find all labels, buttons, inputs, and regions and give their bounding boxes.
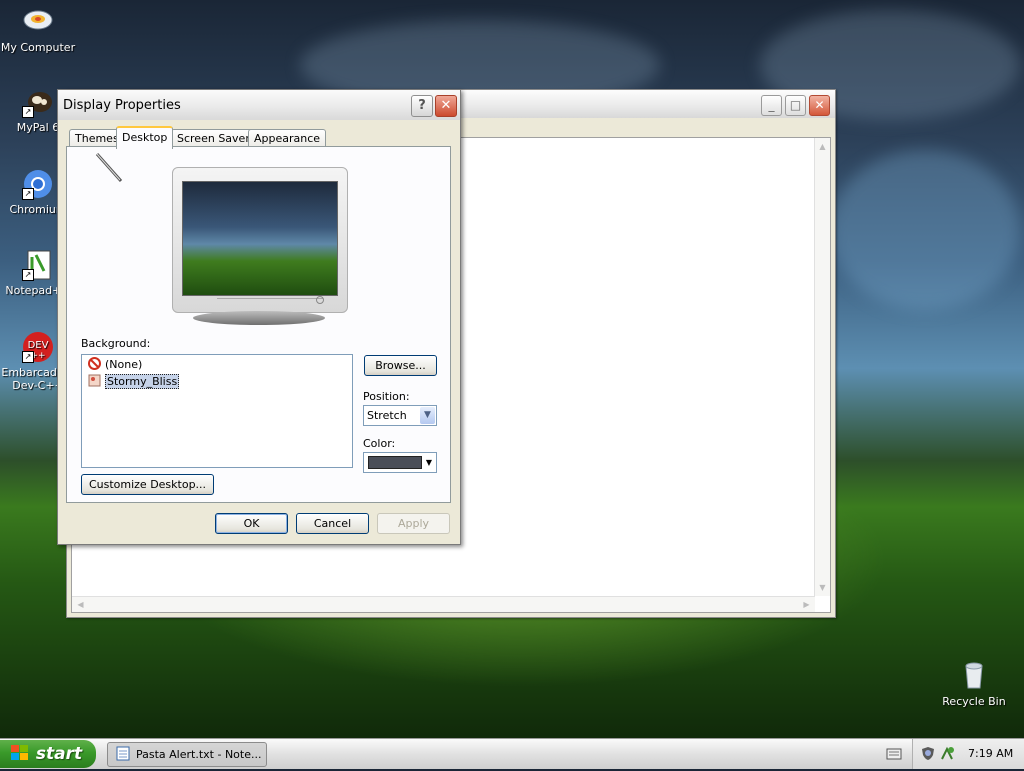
list-item[interactable]: Stormy_Bliss [88, 374, 180, 390]
scroll-down-icon[interactable]: ▼ [816, 581, 829, 594]
tab-desktop[interactable]: Desktop [116, 126, 174, 149]
monitor-bezel-line [217, 298, 323, 303]
clock[interactable]: 7:19 AM [968, 747, 1013, 760]
help-button[interactable]: ? [411, 95, 433, 117]
image-file-icon [88, 374, 101, 387]
display-properties-dialog[interactable]: Display Properties ? ✕ Themes Desktop Sc… [57, 89, 461, 545]
start-button[interactable]: start [0, 740, 96, 768]
color-label: Color: [363, 437, 396, 450]
position-value: Stretch [367, 409, 407, 422]
background-label: Background: [81, 337, 151, 350]
notepadpp-logo-icon: ↗ [22, 249, 54, 281]
my-computer-icon[interactable]: My Computer [0, 6, 76, 54]
notepad-close-button[interactable]: ✕ [809, 95, 830, 116]
taskbar-button-label: Pasta Alert.txt - Note... [136, 748, 262, 761]
list-item[interactable]: (None) [88, 357, 142, 373]
position-label: Position: [363, 390, 410, 403]
scroll-right-icon[interactable]: ▶ [800, 598, 813, 611]
list-item-label: Stormy_Bliss [105, 374, 180, 389]
keyboard-icon[interactable] [886, 747, 902, 764]
dialog-title-bar[interactable]: Display Properties ? ✕ [58, 90, 460, 120]
devcpp-logo-icon: DEV ++ ↗ [22, 331, 54, 363]
apply-button[interactable]: Apply [377, 513, 450, 534]
color-swatch [368, 456, 422, 469]
shield-icon[interactable] [921, 746, 935, 764]
minimize-button[interactable]: _ [761, 95, 782, 116]
background-list[interactable]: (None) Stormy_Bliss [81, 354, 353, 468]
power-button-icon [316, 296, 324, 304]
tab-screen-saver[interactable]: Screen Saver [171, 129, 256, 147]
dialog-title: Display Properties [63, 98, 181, 113]
computer-icon [22, 6, 54, 38]
monitor-preview [172, 167, 348, 313]
browse-button[interactable]: Browse... [364, 355, 437, 376]
monitor-stand [193, 311, 325, 325]
shortcut-arrow-icon: ↗ [22, 269, 34, 281]
shortcut-arrow-icon: ↗ [22, 188, 34, 200]
recycle-bin-icon[interactable]: Recycle Bin [936, 660, 1012, 708]
none-icon [88, 357, 101, 370]
cancel-button[interactable]: Cancel [296, 513, 369, 534]
taskbar: start Pasta Alert.txt - Note... 7:19 AM [0, 738, 1024, 769]
system-tray: 7:19 AM [912, 739, 1024, 769]
cloud [830, 150, 1020, 310]
color-picker[interactable]: ▼ [363, 452, 437, 473]
recycle-bin-image-icon [958, 660, 990, 692]
scroll-left-icon[interactable]: ◀ [74, 598, 87, 611]
windows-logo-icon [10, 743, 30, 771]
shortcut-arrow-icon: ↗ [22, 106, 34, 118]
customize-desktop-button[interactable]: Customize Desktop... [81, 474, 214, 495]
taskbar-button-notepad[interactable]: Pasta Alert.txt - Note... [107, 742, 267, 767]
ok-button[interactable]: OK [215, 513, 288, 534]
desktop-tab-panel: Background: (None) Stormy_Bliss Browse..… [66, 146, 451, 503]
desktop-icon-label: My Computer [0, 41, 76, 54]
maximize-button[interactable]: □ [785, 95, 806, 116]
scroll-up-icon[interactable]: ▲ [816, 140, 829, 153]
close-button[interactable]: ✕ [435, 95, 457, 117]
chromium-logo-icon: ↗ [22, 168, 54, 200]
svg-text:DEV: DEV [28, 340, 49, 351]
chevron-down-icon[interactable]: ▼ [420, 407, 435, 424]
notepad-icon [116, 745, 130, 769]
list-item-label: (None) [105, 358, 143, 371]
chevron-down-icon[interactable]: ▼ [424, 454, 434, 471]
network-icon[interactable] [939, 746, 955, 764]
wallpaper-preview [182, 181, 338, 296]
start-label: start [35, 744, 83, 764]
tab-appearance[interactable]: Appearance [248, 129, 327, 147]
position-select[interactable]: Stretch ▼ [363, 405, 437, 426]
vertical-scrollbar[interactable]: ▲ ▼ [814, 138, 830, 596]
mypal-logo-icon: ↗ [22, 86, 54, 118]
desktop-icon-label: Recycle Bin [942, 695, 1006, 708]
shortcut-arrow-icon: ↗ [22, 351, 34, 363]
pen-icon [93, 151, 125, 188]
horizontal-scrollbar[interactable]: ◀ ▶ [72, 596, 815, 612]
